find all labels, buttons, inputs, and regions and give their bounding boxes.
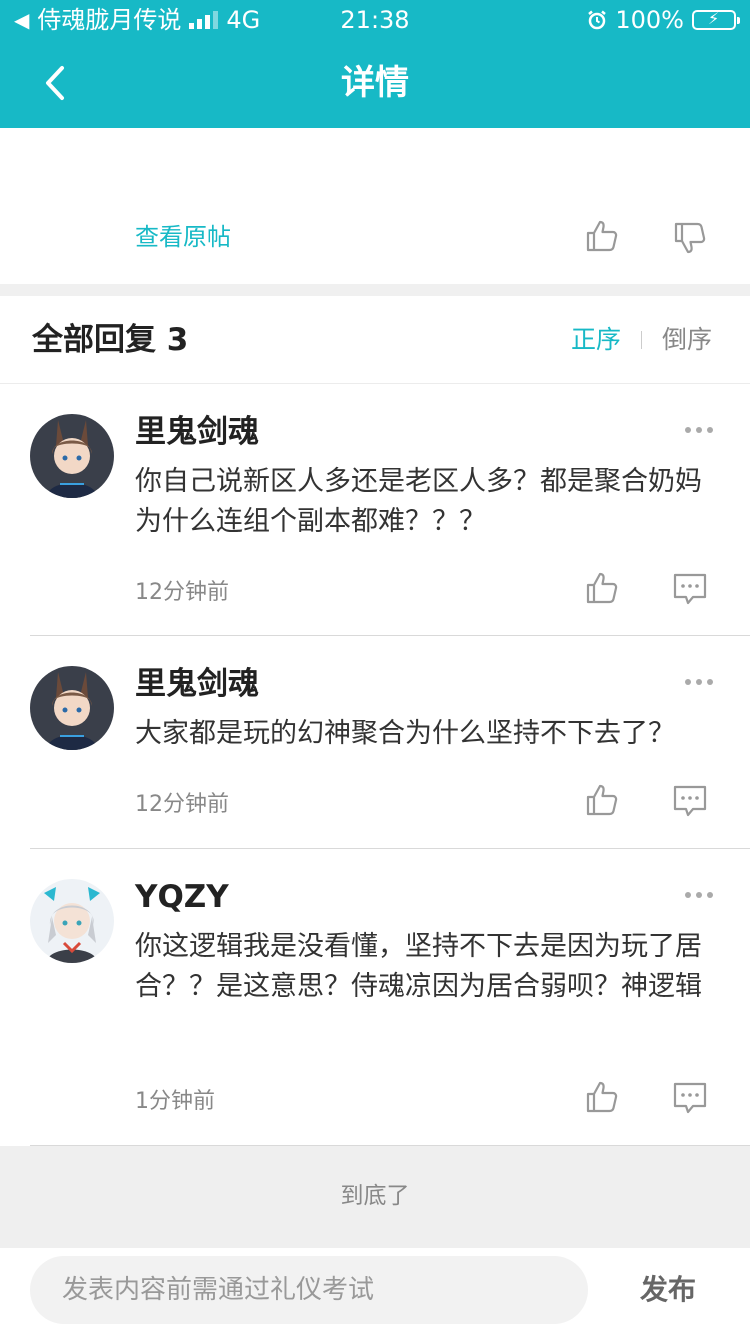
- end-of-list: 到底了: [0, 1146, 750, 1248]
- comment-input[interactable]: [30, 1256, 588, 1324]
- reply-like-button[interactable]: [584, 570, 624, 610]
- page-title: 详情: [341, 63, 409, 103]
- alarm-icon: [588, 10, 607, 30]
- reply-item: YQZY 你这逻辑我是没看懂，坚持不下去是因为玩了居合？？是这意思？侍魂凉因为居…: [0, 849, 750, 1146]
- replies-title: 全部回复 3: [32, 322, 189, 358]
- more-dots-icon: [685, 892, 713, 898]
- reply-comment-button[interactable]: [672, 572, 712, 612]
- reply-author[interactable]: 里鬼剑魂: [135, 410, 259, 454]
- more-options-button[interactable]: [684, 885, 714, 905]
- avatar-image: [30, 879, 114, 963]
- reply-author[interactable]: 里鬼剑魂: [135, 662, 259, 706]
- dislike-button[interactable]: [672, 220, 712, 260]
- avatar[interactable]: [30, 879, 114, 963]
- reply-time: 12分钟前: [135, 580, 229, 605]
- reply-comment-button[interactable]: [672, 1081, 712, 1121]
- avatar-image: [30, 414, 114, 498]
- more-options-button[interactable]: [684, 420, 714, 440]
- thumbs-up-icon: [586, 1081, 618, 1113]
- status-bar: ◀ 侍魂胧月传说 4G 21:38 100% ⚡: [0, 0, 750, 40]
- reply-comment-button[interactable]: [672, 784, 712, 824]
- reply-content: 你这逻辑我是没看懂，坚持不下去是因为玩了居合？？是这意思？侍魂凉因为居合弱呗？神…: [135, 931, 702, 1002]
- more-dots-icon: [685, 679, 713, 685]
- avatar-image: [30, 666, 114, 750]
- comment-icon: [673, 1082, 707, 1114]
- header: ◀ 侍魂胧月传说 4G 21:38 100% ⚡ 详情: [0, 0, 750, 128]
- avatar[interactable]: [30, 414, 114, 498]
- comment-icon: [673, 785, 707, 817]
- reply-item: 里鬼剑魂 你自己说新区人多还是老区人多？都是聚合奶妈为什么连组个副本都难？？？ …: [0, 384, 750, 636]
- avatar[interactable]: [30, 666, 114, 750]
- end-of-list-text: 到底了: [340, 1183, 410, 1209]
- status-right: 100% ⚡: [587, 0, 740, 40]
- sort-divider: [640, 331, 642, 349]
- view-original-link[interactable]: 查看原帖: [135, 220, 231, 254]
- reply-author[interactable]: YQZY: [135, 875, 229, 919]
- post-card: 查看原帖: [0, 128, 750, 284]
- thumbs-up-icon: [586, 572, 618, 604]
- thumbs-down-icon: [674, 222, 706, 254]
- comment-icon: [673, 573, 707, 605]
- thumbs-up-icon: [586, 784, 618, 816]
- reply-item: 里鬼剑魂 大家都是玩的幻神聚合为什么坚持不下去了？ 12分钟前: [0, 636, 750, 849]
- replies-section: 全部回复 3 正序 倒序 里鬼剑魂 你自己说新区人多还是老区人多？都是聚合奶妈为…: [0, 296, 750, 1146]
- reply-content: 你自己说新区人多还是老区人多？都是聚合奶妈为什么连组个副本都难？？？: [135, 466, 702, 537]
- reply-time: 1分钟前: [135, 1089, 215, 1114]
- replies-header: 全部回复 3 正序 倒序: [0, 296, 750, 384]
- reply-content: 大家都是玩的幻神聚合为什么坚持不下去了？: [135, 718, 675, 749]
- send-button[interactable]: 发布: [640, 1270, 696, 1310]
- composer-bar: 发布: [0, 1248, 750, 1334]
- like-button[interactable]: [584, 218, 624, 258]
- reply-time: 12分钟前: [135, 792, 229, 817]
- reply-like-button[interactable]: [584, 1079, 624, 1119]
- more-options-button[interactable]: [684, 672, 714, 692]
- more-dots-icon: [685, 427, 713, 433]
- reply-like-button[interactable]: [584, 782, 624, 822]
- battery-icon: ⚡: [692, 9, 740, 30]
- sort-descending-tab[interactable]: 倒序: [662, 322, 712, 358]
- sort-ascending-tab[interactable]: 正序: [571, 322, 621, 358]
- battery-percent: 100%: [615, 6, 684, 34]
- sort-toggle: 正序 倒序: [571, 322, 712, 358]
- thumbs-up-icon: [586, 220, 618, 252]
